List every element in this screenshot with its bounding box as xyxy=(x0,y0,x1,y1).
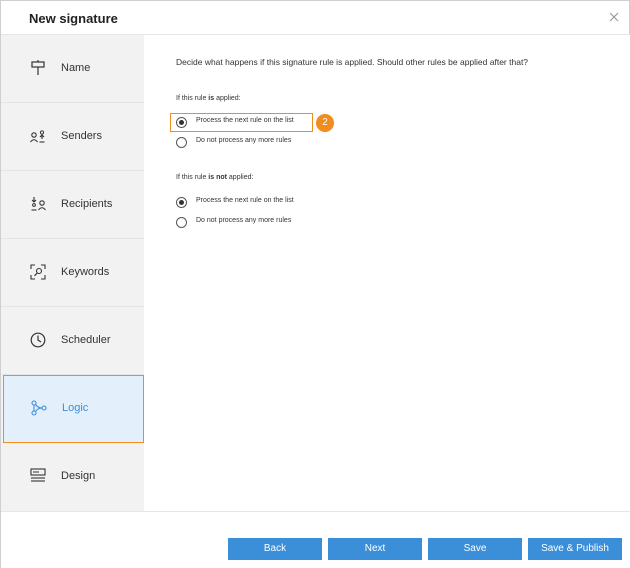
logic-panel: Decide what happens if this signature ru… xyxy=(144,35,630,511)
radio-label: Do not process any more rules xyxy=(196,137,292,144)
sidebar-item-label: Keywords xyxy=(61,266,110,278)
sidebar-item-recipients[interactable]: Recipients xyxy=(1,171,144,239)
sidebar-item-label: Senders xyxy=(61,130,102,142)
sidebar-item-label: Name xyxy=(61,62,91,74)
sidebar: Name Senders Recipients Keywords Schedul… xyxy=(1,35,144,511)
keywords-icon xyxy=(30,264,46,280)
not-applied-option-next-rule[interactable]: Process the next rule on the list xyxy=(176,196,376,210)
radio-button[interactable] xyxy=(176,117,187,128)
senders-icon xyxy=(30,130,45,143)
radio-label: Process the next rule on the list xyxy=(196,197,294,204)
dialog-header: New signature xyxy=(1,1,630,35)
sidebar-item-senders[interactable]: Senders xyxy=(1,103,144,171)
not-applied-option-stop[interactable]: Do not process any more rules xyxy=(176,216,376,230)
applied-option-stop[interactable]: Do not process any more rules xyxy=(176,136,376,150)
sidebar-item-design[interactable]: Design xyxy=(1,443,144,511)
sidebar-item-name[interactable]: Name xyxy=(1,35,144,103)
back-button[interactable]: Back xyxy=(228,538,322,560)
design-icon xyxy=(30,468,46,482)
new-signature-dialog: New signature Name Senders Recipients Ke… xyxy=(0,0,630,568)
sidebar-item-label: Recipients xyxy=(61,198,113,210)
save-button[interactable]: Save xyxy=(428,538,522,560)
logic-icon xyxy=(31,400,47,416)
recipients-icon xyxy=(31,197,46,211)
clock-icon xyxy=(30,332,46,348)
radio-button[interactable] xyxy=(176,137,187,148)
radio-label: Do not process any more rules xyxy=(196,217,292,224)
sidebar-item-label: Design xyxy=(61,470,96,482)
logic-description: Decide what happens if this signature ru… xyxy=(176,57,529,67)
radio-button[interactable] xyxy=(176,197,187,208)
applied-section-label: If this rule is applied: xyxy=(176,95,241,102)
radio-button[interactable] xyxy=(176,217,187,228)
sidebar-item-label: Logic xyxy=(62,402,89,414)
signpost-icon xyxy=(31,60,45,75)
close-icon[interactable] xyxy=(607,10,621,24)
dialog-title: New signature xyxy=(29,11,118,26)
save-and-publish-button[interactable]: Save & Publish xyxy=(528,538,622,560)
not-applied-section-label: If this rule is not applied: xyxy=(176,174,254,181)
next-button[interactable]: Next xyxy=(328,538,422,560)
sidebar-item-scheduler[interactable]: Scheduler xyxy=(1,307,144,375)
sidebar-item-logic[interactable]: Logic xyxy=(3,375,144,443)
radio-label: Process the next rule on the list xyxy=(196,117,294,124)
applied-option-next-rule[interactable]: Process the next rule on the list xyxy=(176,116,376,130)
dialog-footer: Back Next Save Save & Publish xyxy=(1,511,630,568)
sidebar-item-label: Scheduler xyxy=(61,334,111,346)
sidebar-item-keywords[interactable]: Keywords xyxy=(1,239,144,307)
